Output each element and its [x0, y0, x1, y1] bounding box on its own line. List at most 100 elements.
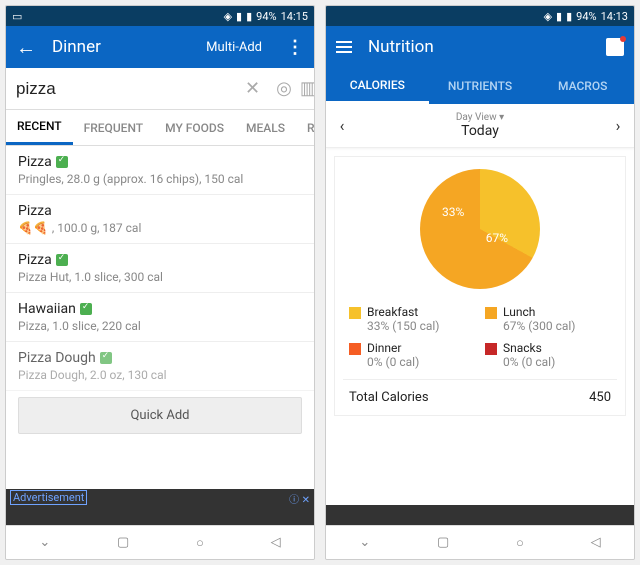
ad-spacer [326, 505, 634, 525]
tab-macros[interactable]: MACROS [531, 68, 634, 104]
legend-name: Dinner [367, 341, 419, 355]
nutrition-tabs: CALORIES NUTRIENTS MACROS [326, 68, 634, 104]
android-nav: ⌄ ▢ ○ ◁ [326, 525, 634, 559]
pie-label-33: 33% [442, 205, 464, 219]
app-bar: ← Dinner Multi-Add ⋮ [6, 26, 314, 68]
barcode-icon[interactable]: ▥ [300, 78, 315, 99]
list-item[interactable]: Hawaiian Pizza, 1.0 slice, 220 cal [6, 293, 314, 342]
tab-frequent[interactable]: FREQUENT [73, 110, 155, 145]
legend-lunch: Lunch67% (300 cal) [485, 305, 611, 333]
page-title: Dinner [52, 37, 190, 57]
date-nav: ‹ Day View ▾ Today › [326, 104, 634, 148]
notification-icon: ▭ [12, 10, 22, 23]
status-bar: ▭ ◈ ▮ ▮ 94% 14:15 [6, 6, 314, 26]
list-item[interactable]: Pizza 🍕🍕 , 100.0 g, 187 cal [6, 195, 314, 244]
multi-add-button[interactable]: Multi-Add [206, 40, 262, 55]
food-name: Pizza [18, 203, 52, 219]
menu-icon[interactable] [336, 41, 352, 53]
clock: 14:13 [601, 10, 628, 23]
total-row: Total Calories 450 [343, 379, 617, 407]
list-item[interactable]: Pizza Pringles, 28.0 g (approx. 16 chips… [6, 146, 314, 195]
food-detail: Pringles, 28.0 g (approx. 16 chips), 150… [18, 172, 302, 186]
legend-name: Lunch [503, 305, 575, 319]
legend-snacks: Snacks0% (0 cal) [485, 341, 611, 369]
nav-home-icon[interactable]: ○ [516, 535, 524, 551]
legend-dinner: Dinner0% (0 cal) [349, 341, 475, 369]
nav-home-icon[interactable]: ○ [196, 535, 204, 551]
tab-nutrients[interactable]: NUTRIENTS [429, 68, 532, 104]
legend: Breakfast33% (150 cal) Lunch67% (300 cal… [343, 305, 617, 369]
food-list: Pizza Pringles, 28.0 g (approx. 16 chips… [6, 146, 314, 489]
swatch-icon [349, 307, 361, 319]
legend-val: 0% (0 cal) [367, 355, 419, 369]
food-name: Pizza Dough [18, 350, 96, 366]
search-input[interactable] [16, 79, 237, 99]
food-detail: , 100.0 g, 187 cal [52, 221, 141, 235]
total-label: Total Calories [349, 390, 429, 405]
legend-name: Snacks [503, 341, 555, 355]
wifi-icon: ◈ [224, 10, 232, 23]
phone-nutrition: ◈ ▮ ▮ 94% 14:13 Nutrition CALORIES NUTRI… [325, 5, 635, 560]
battery-text: 94% [576, 10, 596, 23]
verified-icon [56, 156, 68, 168]
nav-chevron-icon[interactable]: ⌄ [39, 535, 50, 550]
food-name: Hawaiian [18, 301, 76, 317]
total-value: 450 [589, 390, 611, 405]
tab-myfoods[interactable]: MY FOODS [154, 110, 235, 145]
verified-icon [100, 352, 112, 364]
food-name: Pizza [18, 252, 52, 268]
list-item[interactable]: Pizza Pizza Hut, 1.0 slice, 300 cal [6, 244, 314, 293]
verified-icon [80, 303, 92, 315]
list-item[interactable]: Pizza Dough Pizza Dough, 2.0 oz, 130 cal [6, 342, 314, 391]
today-label: Today [358, 123, 602, 139]
ad-close-icon[interactable]: ⓘ ✕ [289, 491, 310, 506]
legend-val: 0% (0 cal) [503, 355, 555, 369]
signal-icon: ▮ [556, 10, 562, 23]
calorie-pie-chart: 33% 67% [420, 169, 540, 289]
clear-icon[interactable]: ✕ [245, 78, 260, 99]
export-icon[interactable] [606, 38, 624, 56]
tab-recent[interactable]: RECENT [6, 110, 73, 145]
tab-recipes[interactable]: RE [296, 110, 314, 145]
legend-val: 67% (300 cal) [503, 319, 575, 333]
tab-calories[interactable]: CALORIES [326, 68, 429, 104]
android-nav: ⌄ ▢ ○ ◁ [6, 525, 314, 559]
food-name: Pizza [18, 154, 52, 170]
food-detail: Pizza Dough, 2.0 oz, 130 cal [18, 368, 302, 382]
app-bar: Nutrition [326, 26, 634, 68]
tab-meals[interactable]: MEALS [235, 110, 296, 145]
status-bar: ◈ ▮ ▮ 94% 14:13 [326, 6, 634, 26]
next-day-icon[interactable]: › [602, 116, 634, 135]
location-icon[interactable]: ◎ [276, 78, 292, 99]
nav-recent-icon[interactable]: ▢ [437, 535, 449, 550]
pie-label-67: 67% [486, 231, 508, 245]
pizza-icon: 🍕🍕 [18, 221, 48, 235]
calorie-card: 33% 67% Breakfast33% (150 cal) Lunch67% … [334, 156, 626, 416]
clock: 14:15 [281, 10, 308, 23]
search-row: ✕ ◎ ▥ [6, 68, 314, 110]
phone-dinner: ▭ ◈ ▮ ▮ 94% 14:15 ← Dinner Multi-Add ⋮ ✕… [5, 5, 315, 560]
legend-val: 33% (150 cal) [367, 319, 439, 333]
battery-icon: ▮ [246, 10, 252, 23]
overflow-icon[interactable]: ⋮ [286, 37, 304, 58]
ad-banner[interactable]: Advertisement ⓘ ✕ [6, 489, 314, 525]
battery-text: 94% [256, 10, 276, 23]
battery-icon: ▮ [566, 10, 572, 23]
page-title: Nutrition [368, 37, 590, 57]
nav-back-icon[interactable]: ◁ [591, 535, 601, 550]
nav-recent-icon[interactable]: ▢ [117, 535, 129, 550]
verified-icon [56, 254, 68, 266]
food-tabs: RECENT FREQUENT MY FOODS MEALS RE [6, 110, 314, 146]
quick-add-button[interactable]: Quick Add [18, 397, 302, 434]
ad-label: Advertisement [10, 490, 87, 505]
food-detail: Pizza, 1.0 slice, 220 cal [18, 319, 302, 333]
prev-day-icon[interactable]: ‹ [326, 116, 358, 135]
swatch-icon [349, 343, 361, 355]
swatch-icon [485, 307, 497, 319]
nav-back-icon[interactable]: ◁ [271, 535, 281, 550]
dayview-label[interactable]: Day View ▾ [358, 112, 602, 123]
back-icon[interactable]: ← [16, 35, 36, 60]
wifi-icon: ◈ [544, 10, 552, 23]
legend-breakfast: Breakfast33% (150 cal) [349, 305, 475, 333]
nav-chevron-icon[interactable]: ⌄ [359, 535, 370, 550]
